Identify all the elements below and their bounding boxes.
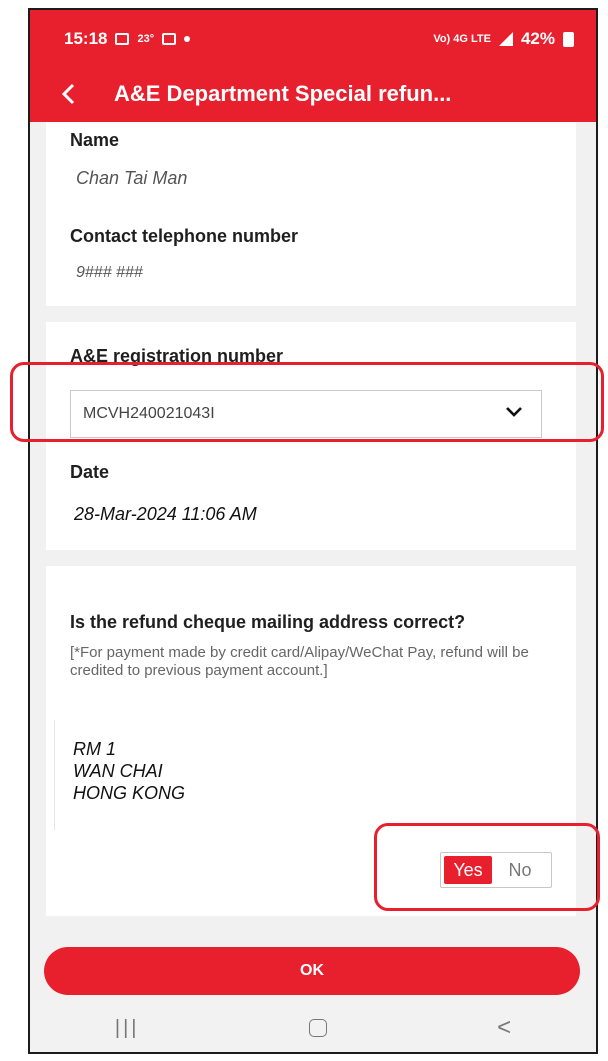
recents-button[interactable]: ||| [115,1017,140,1040]
page-title: A&E Department Special refun... [114,81,452,106]
name-value: Chan Tai Man [76,168,188,188]
phone-value: 9### ### [76,264,143,281]
signal-icon [498,32,513,46]
android-nav-bar: ||| < [30,1000,596,1052]
notification-dot-icon [184,36,191,42]
nav-back-button[interactable]: < [497,1014,511,1042]
status-temperature: 23° [137,33,155,45]
battery-icon [563,31,574,47]
payment-note: [*For payment made by credit card/Alipay… [70,644,529,679]
back-arrow-icon[interactable] [38,74,98,114]
highlight-toggle [374,823,600,911]
personal-info-card: Name Chan Tai Man Contact telephone numb… [46,122,576,306]
address-line: WAN CHAI [73,761,163,781]
status-left: 15:18 23° [64,29,191,49]
status-right: Vo) 4G LTE 42% [433,29,574,49]
phone-label: Contact telephone number [70,226,299,246]
status-time: 15:18 [64,29,108,48]
name-label: Name [70,130,120,150]
ok-button[interactable]: OK [44,947,580,995]
status-bar: 15:18 23° Vo) 4G LTE 42% [30,24,596,54]
highlight-registration [10,362,604,442]
date-label: Date [70,462,110,482]
address-line: RM 1 [73,739,117,759]
gallery-icon [115,33,130,45]
date-value: 28-Mar-2024 11:06 AM [74,504,257,524]
home-icon[interactable] [309,1019,328,1037]
title-row: A&E Department Special refun... [30,74,596,114]
mailing-address: RM 1 WAN CHAI HONG KONG [54,720,574,830]
network-label: Vo) 4G LTE [433,33,491,45]
battery-percent: 42% [520,29,555,48]
address-line: HONG KONG [73,783,186,803]
app-bar: 15:18 23° Vo) 4G LTE 42% A&E Department … [30,10,596,122]
address-question: Is the refund cheque mailing address cor… [70,612,466,632]
alarm-icon [162,33,177,45]
